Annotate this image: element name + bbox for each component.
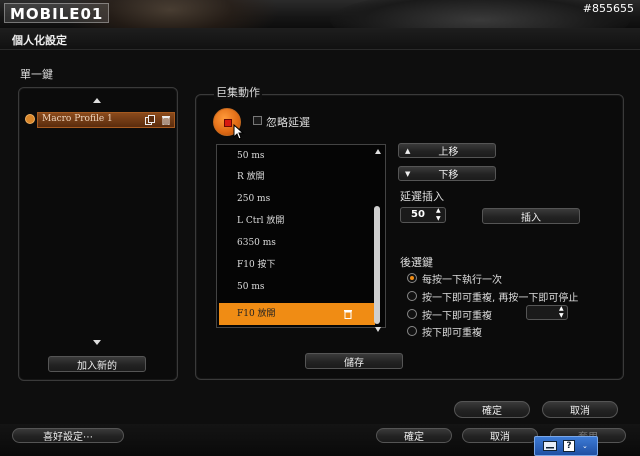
mouse-cursor-icon <box>233 124 245 140</box>
move-down-label: 下移 <box>438 170 459 181</box>
row-delete-icon[interactable] <box>343 309 353 319</box>
move-up-label: 上移 <box>438 147 459 158</box>
profile-scroll-up-icon[interactable] <box>93 98 101 103</box>
preferences-button[interactable]: 喜好設定⋯ <box>12 428 124 443</box>
scroll-down-icon[interactable] <box>375 327 381 332</box>
dialog-cancel-button[interactable]: 取消 <box>542 401 618 418</box>
language-bar[interactable]: ? ⌄ <box>534 436 598 456</box>
list-item[interactable]: 50 ms <box>219 276 375 298</box>
trash-icon[interactable] <box>161 115 171 125</box>
add-new-button[interactable]: 加入新的 <box>48 356 146 372</box>
footer-cancel-button[interactable]: 取消 <box>462 428 538 443</box>
repeat-count-stepper[interactable]: ▲ ▼ <box>526 305 568 320</box>
list-item[interactable]: 6350 ms <box>219 232 375 254</box>
option-radio-0[interactable] <box>407 273 417 283</box>
profile-panel <box>18 87 178 381</box>
profile-active-indicator-icon <box>25 114 35 124</box>
window-titlebar: 個人化設定 <box>0 28 640 50</box>
ignore-delay-label: 忽略延遲 <box>266 116 310 129</box>
stepper-arrows-icon[interactable]: ▲ ▼ <box>559 305 564 319</box>
profile-name: Macro Profile 1 <box>42 114 113 124</box>
record-stop-icon <box>224 119 232 127</box>
ignore-delay-checkbox[interactable] <box>253 116 262 125</box>
arrow-down-icon: ▼ <box>405 169 411 178</box>
move-down-button[interactable]: ▼ 下移 <box>398 166 496 181</box>
list-item[interactable]: 250 ms <box>219 188 375 210</box>
watermark-id: #855655 <box>582 2 634 15</box>
save-button[interactable]: 儲存 <box>305 353 403 369</box>
insert-button[interactable]: 插入 <box>482 208 580 224</box>
footer-ok-button[interactable]: 確定 <box>376 428 452 443</box>
list-item-label: F10 放開 <box>237 309 276 319</box>
site-logo: MOBILE01 <box>4 3 110 23</box>
delay-stepper[interactable]: 50 ▲ ▼ <box>400 207 446 223</box>
list-item[interactable]: L Ctrl 放開 <box>219 210 375 232</box>
arrow-up-icon: ▲ <box>405 146 411 155</box>
copy-icon[interactable] <box>145 115 155 125</box>
option-radio-2[interactable] <box>407 309 417 319</box>
list-item[interactable]: F10 按下 <box>219 254 375 276</box>
profile-scroll-down-icon[interactable] <box>93 340 101 345</box>
option-label-3: 按下即可重複 <box>422 328 482 339</box>
list-item[interactable]: 50 ms <box>219 145 375 167</box>
app-banner: MOBILE01 #855655 <box>0 0 640 28</box>
dialog-ok-button[interactable]: 確定 <box>454 401 530 418</box>
macro-section-label: 巨集動作 <box>214 84 262 100</box>
chevron-down-icon[interactable]: ⌄ <box>582 442 588 450</box>
delay-value: 50 <box>411 209 425 220</box>
single-key-label: 單一鍵 <box>20 68 53 81</box>
keyboard-icon[interactable] <box>543 441 557 451</box>
option-label-1: 按一下即可重複, 再按一下即可停止 <box>422 293 579 304</box>
option-label-0: 每按一下執行一次 <box>422 275 502 286</box>
scroll-thumb[interactable] <box>374 206 380 324</box>
help-icon[interactable]: ? <box>563 440 575 452</box>
option-radio-1[interactable] <box>407 291 417 301</box>
after-key-label: 後選鍵 <box>400 256 433 269</box>
stepper-arrows-icon[interactable]: ▲ ▼ <box>436 207 441 223</box>
list-item[interactable]: R 放開 <box>219 166 375 188</box>
option-radio-3[interactable] <box>407 326 417 336</box>
option-label-2: 按一下即可重複 <box>422 311 492 322</box>
macro-action-list[interactable]: 50 ms R 放開 250 ms L Ctrl 放開 6350 ms F10 … <box>216 144 386 328</box>
insert-delay-label: 延遲插入 <box>400 190 444 203</box>
scroll-up-icon[interactable] <box>375 149 381 154</box>
move-up-button[interactable]: ▲ 上移 <box>398 143 496 158</box>
profile-item[interactable]: Macro Profile 1 <box>37 112 175 128</box>
window-title: 個人化設定 <box>12 34 67 47</box>
list-item-selected[interactable]: F10 放開 <box>219 303 375 325</box>
